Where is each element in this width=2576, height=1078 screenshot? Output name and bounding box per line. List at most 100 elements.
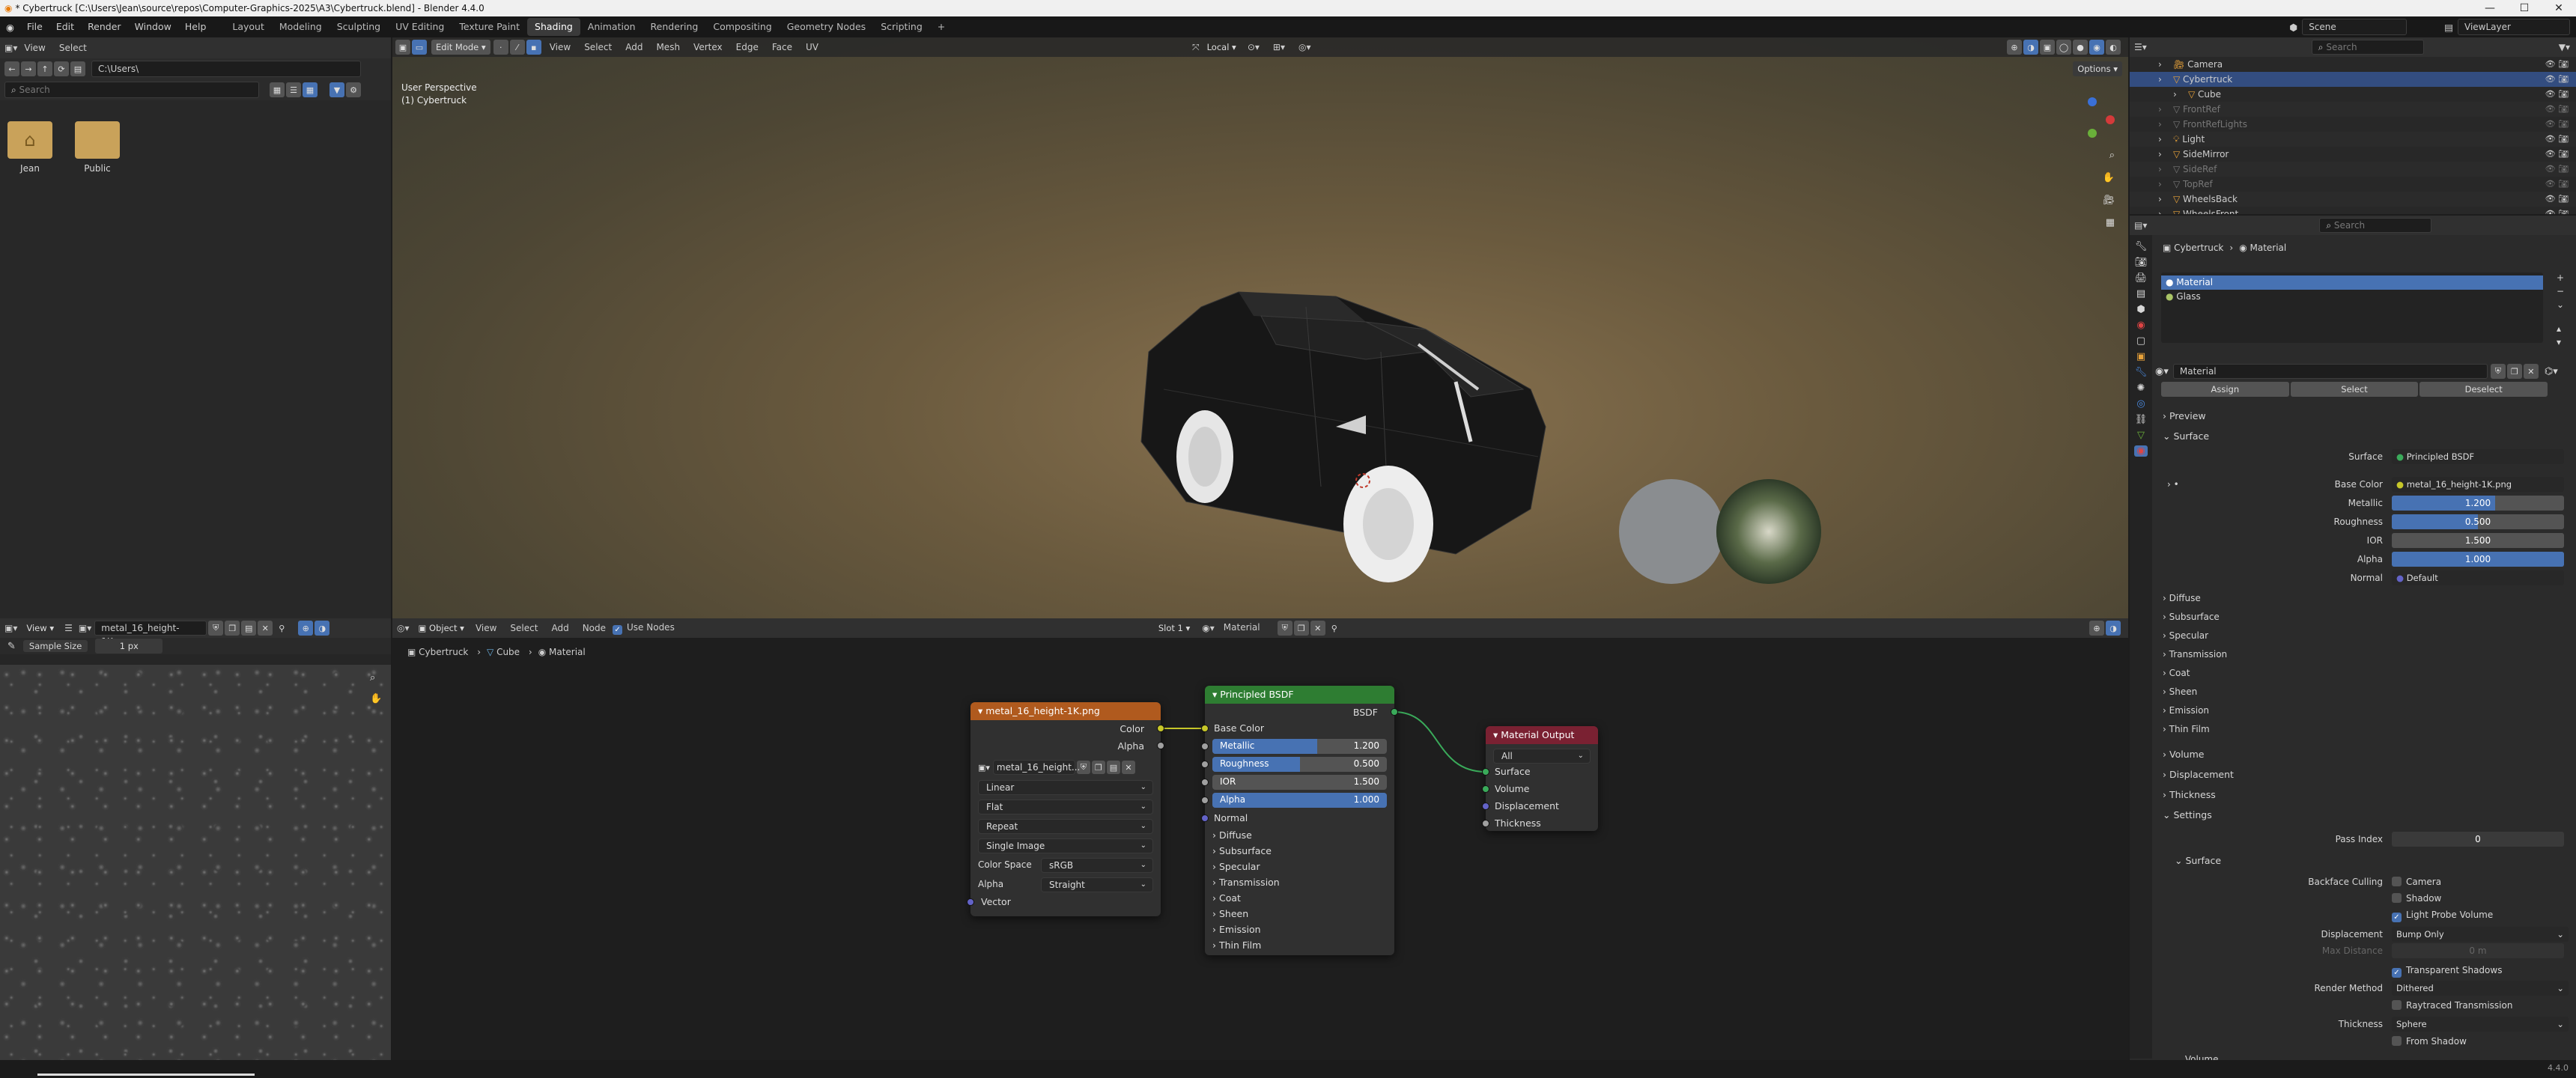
surface-subpanel-coat[interactable]: › Coat	[2163, 668, 2227, 686]
menu-render[interactable]: Render	[81, 16, 128, 37]
ior-prop-slider[interactable]: 1.500	[2392, 533, 2564, 548]
surface-subpanel-subsurface[interactable]: › Subsurface	[2163, 612, 2227, 630]
metallic-prop-slider[interactable]: 1.200	[2392, 496, 2564, 511]
output-target-dropdown[interactable]: All ⌄	[1493, 749, 1591, 764]
panel-specular[interactable]: › Specular	[1212, 861, 1260, 872]
world-tab-icon[interactable]: ◉	[2136, 320, 2145, 331]
thickness-mode-dropdown[interactable]: Sphere ⌄	[2392, 1017, 2569, 1032]
panel-coat[interactable]: › Coat	[1212, 892, 1241, 904]
open-image-icon[interactable]: ▤	[1106, 761, 1120, 774]
folder-jean[interactable]: ⌂ Jean	[7, 121, 52, 174]
blender-menu-icon[interactable]: ◉	[0, 22, 20, 33]
surface-subpanel-thin-film[interactable]: › Thin Film	[2163, 724, 2227, 743]
outliner-item[interactable]: › 🎥︎ Camera 👁︎ 📷︎	[2130, 57, 2576, 72]
image-node-header[interactable]: ▾ metal_16_height-1K.png	[970, 702, 1161, 720]
image-field[interactable]: metal_16_height...	[992, 760, 1080, 775]
alpha-output-socket[interactable]	[1157, 742, 1164, 749]
fake-user-icon[interactable]: ⛨	[2490, 364, 2506, 379]
expand-chevron-icon[interactable]: ›	[2158, 117, 2162, 132]
panel-subsurface[interactable]: › Subsurface	[1212, 845, 1272, 856]
material-name-field[interactable]: Material	[2172, 364, 2488, 379]
file-menu-view[interactable]: View	[17, 43, 52, 53]
alpha-socket[interactable]	[1201, 797, 1209, 804]
sample-tool-icon[interactable]: ✎	[7, 641, 16, 652]
assign-button[interactable]: Assign	[2161, 382, 2289, 397]
expand-chevron-icon[interactable]: ›	[2158, 177, 2162, 192]
light-probe-volume-checkbox[interactable]: ✓ Light Probe Volume	[2392, 910, 2493, 922]
duplicate-icon[interactable]: ❐	[2506, 364, 2522, 379]
render-method-dropdown[interactable]: Dithered ⌄	[2392, 981, 2569, 996]
output-tab-icon[interactable]: 🖨︎	[2135, 272, 2148, 284]
file-search-input[interactable]: ⌕ Search	[4, 82, 259, 98]
maximize-button[interactable]: ☐	[2507, 0, 2542, 16]
shader-node-editor[interactable]: ◎▾ ▣ Object ▾ View Select Add Node ✓ Use …	[392, 618, 2128, 1060]
path-field[interactable]: C:\Users\	[91, 61, 361, 77]
visibility-eye-icon[interactable]: 👁︎ 📷︎	[2545, 132, 2569, 147]
refresh-icon[interactable]: ⟳	[54, 61, 69, 76]
outliner-item[interactable]: › ▽ Cube 👁︎ 📷︎	[2130, 87, 2576, 102]
surface-shader-field[interactable]: ● Principled BSDF	[2392, 449, 2564, 464]
surface-subpanel-specular[interactable]: › Specular	[2163, 630, 2227, 649]
outliner-item[interactable]: › ▽ TopRef 👁︎ 📷︎	[2130, 177, 2576, 192]
surface-subpanel-sheen[interactable]: › Sheen	[2163, 686, 2227, 705]
surface-subpanel-diffuse[interactable]: › Diffuse	[2163, 593, 2227, 612]
add-workspace-icon[interactable]: +	[930, 18, 953, 36]
minimize-button[interactable]: —	[2473, 0, 2507, 16]
visibility-eye-icon[interactable]: 👁︎ 📷︎	[2545, 147, 2569, 162]
material-tab-icon[interactable]: ◉	[2134, 445, 2148, 457]
menu-window[interactable]: Window	[128, 16, 178, 37]
unlink-icon[interactable]: ✕	[258, 621, 273, 636]
outliner-item[interactable]: › ▽ WheelsBack 👁︎ 📷︎	[2130, 192, 2576, 207]
visibility-eye-icon[interactable]: 👁︎ 📷︎	[2545, 162, 2569, 177]
tab-shading[interactable]: Shading	[527, 18, 580, 36]
thickness-input-socket[interactable]	[1482, 820, 1489, 827]
visibility-eye-icon[interactable]: 👁︎ 📷︎	[2545, 87, 2569, 102]
surface-subpanel-emission[interactable]: › Emission	[2163, 705, 2227, 724]
outliner-search-input[interactable]: ⌕ Search	[2311, 40, 2424, 55]
view-layer-tab-icon[interactable]: ▤	[2136, 288, 2145, 299]
select-button[interactable]: Select	[2290, 382, 2419, 397]
ior-socket[interactable]	[1201, 779, 1209, 786]
panel-diffuse[interactable]: › Diffuse	[1212, 829, 1252, 841]
move-up-icon[interactable]: ▴	[2557, 323, 2564, 334]
outliner-item[interactable]: › ▽ FrontRef 👁︎ 📷︎	[2130, 102, 2576, 117]
alpha-prop-slider[interactable]: 1.000	[2392, 552, 2564, 567]
data-tab-icon[interactable]: ▽	[2137, 430, 2145, 441]
tab-compositing[interactable]: Compositing	[705, 18, 779, 36]
visibility-eye-icon[interactable]: 👁︎ 📷︎	[2545, 207, 2569, 214]
image-texture-node[interactable]: ▾ metal_16_height-1K.png Color Alpha ▣▾ …	[967, 702, 1164, 916]
settings-surface-subheader[interactable]: ⌄ Surface	[2175, 855, 2221, 866]
alpha-slider[interactable]: Alpha 1.000	[1212, 793, 1387, 808]
view-layer-field[interactable]: ViewLayer	[2458, 19, 2570, 35]
material-slot-item[interactable]: ● Material	[2161, 275, 2543, 290]
image-view-dropdown[interactable]: View ▾	[22, 621, 58, 636]
view-grid-icon[interactable]: ▦	[303, 82, 318, 97]
particles-tab-icon[interactable]: ✺	[2137, 383, 2145, 394]
alpha-mode-dropdown[interactable]: Straight ⌄	[1041, 877, 1153, 892]
material-output-node[interactable]: ▾ Material Output All ⌄ Surface Volume Di…	[1482, 726, 1598, 831]
pin-icon[interactable]: ⚲	[274, 621, 289, 636]
image-selector[interactable]: ▣▾ metal_16_height... ⛨ ❐ ▤ ✕	[978, 759, 1153, 776]
axis-x-icon[interactable]	[2106, 115, 2115, 124]
folder-public[interactable]: Public	[75, 121, 120, 174]
volume-section-header[interactable]: › Volume	[2163, 749, 2204, 760]
scene-field[interactable]: Scene	[2302, 19, 2408, 35]
visibility-eye-icon[interactable]: 👁︎ 📷︎	[2545, 102, 2569, 117]
vector-input-socket[interactable]	[967, 898, 974, 906]
normal-field[interactable]: ● Default	[2392, 570, 2564, 585]
settings-section-header[interactable]: ⌄ Settings	[2163, 809, 2212, 820]
expand-chevron-icon[interactable]: ›	[2158, 192, 2162, 207]
parent-dir-icon[interactable]: ↑	[37, 61, 52, 76]
surface-panel-header[interactable]: ⌄ Surface	[2163, 430, 2209, 442]
material-browse-icon[interactable]: ◉▾	[2155, 366, 2169, 377]
panel-transmission[interactable]: › Transmission	[1212, 877, 1280, 888]
expand-chevron-icon[interactable]: ›	[2158, 162, 2162, 177]
axis-z-icon[interactable]	[2088, 97, 2097, 106]
transparent-shadows-checkbox[interactable]: ✓ Transparent Shadows	[2392, 965, 2502, 978]
render-tab-icon[interactable]: 📷︎	[2135, 257, 2148, 268]
editor-type-icon[interactable]: ☰▾	[2134, 42, 2147, 52]
filter-icon[interactable]: ▼▾	[2559, 42, 2570, 52]
roughness-socket[interactable]	[1201, 761, 1209, 768]
bsdf-node-header[interactable]: ▾ Principled BSDF	[1205, 686, 1394, 704]
expand-chevron-icon[interactable]: ›	[2158, 57, 2162, 72]
